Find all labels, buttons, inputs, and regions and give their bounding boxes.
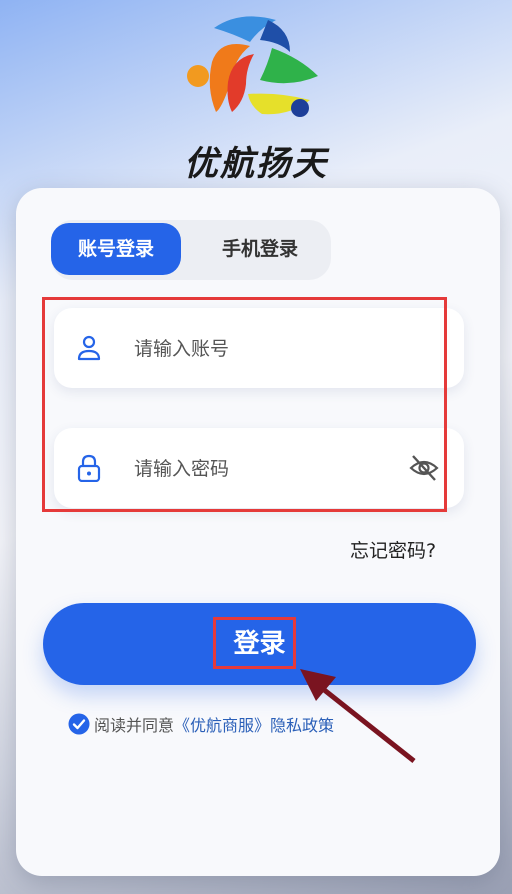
login-mode-tabs: 账号登录 手机登录 [51,220,331,280]
logo-graphic [187,16,318,117]
login-card [16,188,500,876]
app-logo: 优航扬天 [150,8,362,184]
agreement-row: 阅读并同意 《优航商服》 隐私政策 [68,711,334,737]
brand-name: 优航扬天 [184,144,328,184]
tab-phone-login[interactable]: 手机登录 [191,223,329,275]
agreement-prefix: 阅读并同意 [94,716,175,735]
checkbox-checked-icon[interactable] [68,713,90,735]
forgot-password-link[interactable]: 忘记密码? [350,536,436,563]
annotation-box-login [213,617,296,669]
tab-account-login[interactable]: 账号登录 [51,223,181,275]
annotation-arrow [300,669,416,763]
annotation-box-inputs [42,297,447,512]
terms-link[interactable]: 《优航商服》 [174,712,270,736]
